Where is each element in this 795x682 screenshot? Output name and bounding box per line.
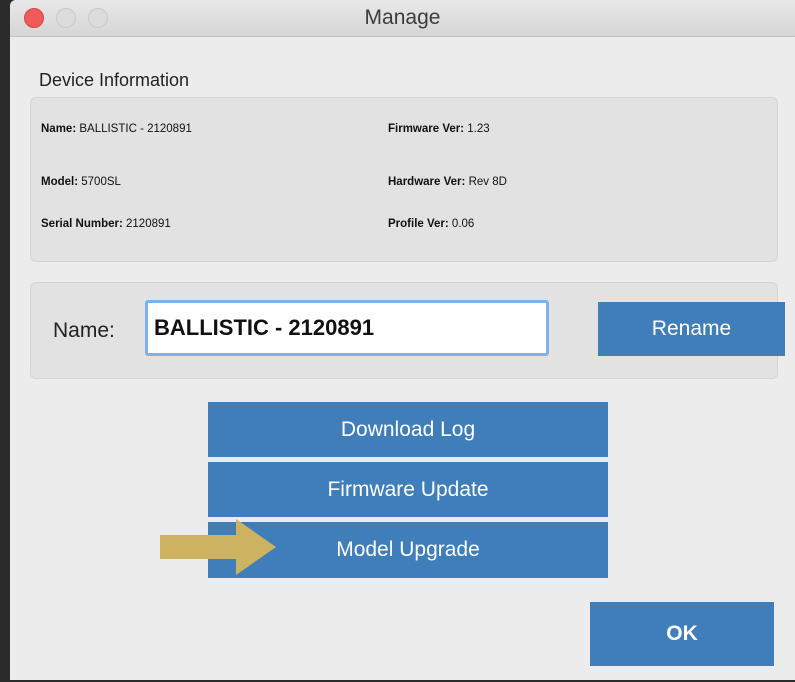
device-name-input[interactable] xyxy=(145,300,549,356)
profile-version-label: Profile Ver: xyxy=(388,218,449,230)
profile-version-info: Profile Ver: 0.06 xyxy=(388,218,474,230)
device-model-value: 5700SL xyxy=(81,176,121,188)
firmware-version-info: Firmware Ver: 1.23 xyxy=(388,123,490,135)
profile-version-value: 0.06 xyxy=(451,218,475,230)
firmware-update-button[interactable]: Firmware Update xyxy=(208,462,608,517)
hardware-version-info: Hardware Ver: Rev 8D xyxy=(388,176,507,188)
download-log-button[interactable]: Download Log xyxy=(208,402,608,457)
right-arrow-icon xyxy=(160,519,276,575)
firmware-version-value: 1.23 xyxy=(467,123,490,135)
window-title: Manage xyxy=(364,6,441,29)
device-information-heading: Device Information xyxy=(39,70,190,90)
serial-number-info: Serial Number: 2120891 xyxy=(41,218,171,230)
device-model-label: Model: xyxy=(41,176,79,188)
device-name-label: Name: xyxy=(41,123,77,135)
hardware-version-value: Rev 8D xyxy=(468,176,507,188)
firmware-version-label: Firmware Ver: xyxy=(388,123,465,135)
rename-label: Name: xyxy=(53,319,115,342)
ok-button[interactable]: OK xyxy=(590,602,774,666)
serial-number-label: Serial Number: xyxy=(41,218,123,230)
device-name-info: Name: BALLISTIC - 2120891 xyxy=(41,123,192,135)
rename-button[interactable]: Rename xyxy=(598,302,785,356)
manage-dialog: Manage Device Information Name: BALLISTI… xyxy=(10,0,795,680)
rename-panel: Name: Rename xyxy=(30,282,785,379)
serial-number-value: 2120891 xyxy=(126,218,171,230)
title-bar: Manage xyxy=(10,0,795,37)
device-model-info: Model: 5700SL xyxy=(41,176,121,188)
hardware-version-label: Hardware Ver: xyxy=(388,176,466,188)
device-information-panel: Name: BALLISTIC - 2120891 Model: 5700SL … xyxy=(30,97,778,262)
device-name-value: BALLISTIC - 2120891 xyxy=(79,123,192,135)
